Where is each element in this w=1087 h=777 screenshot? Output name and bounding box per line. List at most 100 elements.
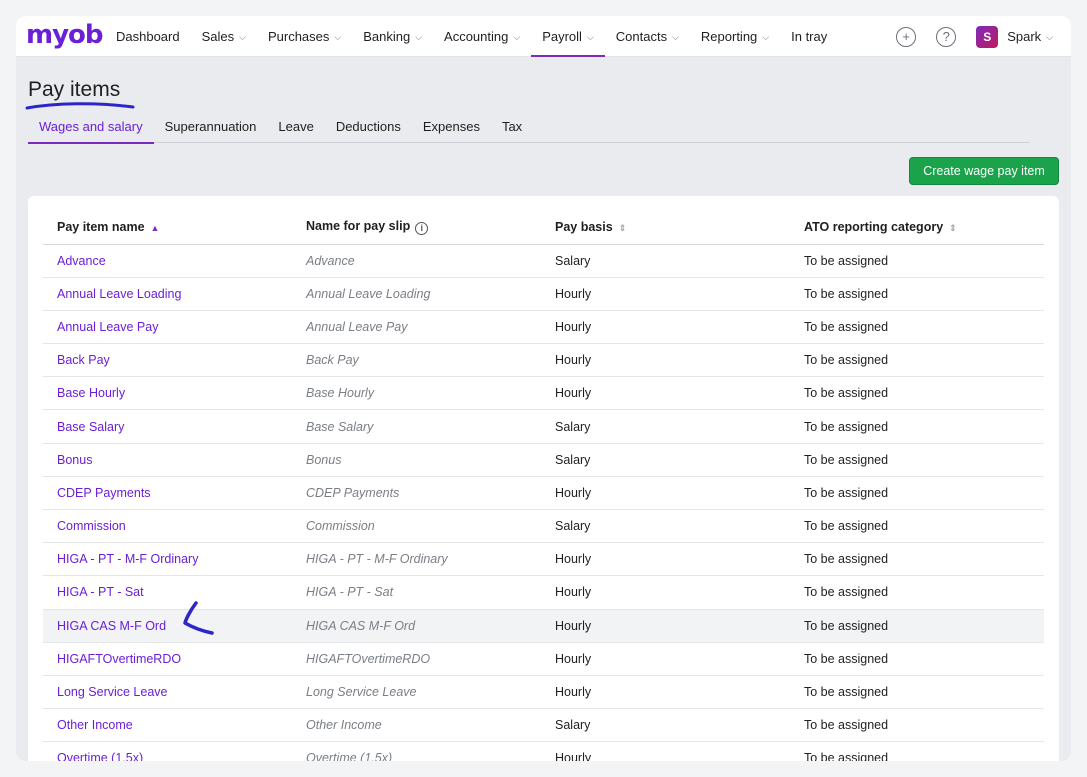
- cell-name-for-pay-slip: HIGA - PT - Sat: [292, 575, 541, 610]
- nav-item-contacts[interactable]: Contacts ⌵: [605, 16, 690, 57]
- nav-item-label: Accounting: [444, 29, 509, 44]
- table-row[interactable]: Other Income Other Income Salary To be assi…: [43, 708, 1044, 743]
- nav-item-banking[interactable]: Banking ⌵: [352, 16, 433, 57]
- cell-ato-category: To be assigned: [790, 509, 1044, 544]
- nav-item-label: Sales: [201, 29, 235, 44]
- table-row[interactable]: Back Pay Back Pay Hourly To be assigned: [43, 343, 1044, 378]
- create-wage-pay-item-button[interactable]: Create wage pay item: [909, 157, 1059, 185]
- cell-name-for-pay-slip: Long Service Leave: [292, 675, 541, 710]
- nav-item-label: Reporting: [700, 29, 758, 44]
- cell-pay-item-name[interactable]: Overtime (1.5x): [43, 741, 292, 761]
- table-row[interactable]: Annual Leave Loading Annual Leave Loading…: [43, 277, 1044, 311]
- cell-name-for-pay-slip: HIGA - PT - M-F Ordinary: [292, 542, 541, 577]
- table-header-row: Pay item name ▲ Name for pay slip i Pay ba…: [43, 210, 1044, 245]
- table-row[interactable]: Base Salary Base Salary Salary To be assign…: [43, 409, 1044, 444]
- add-icon[interactable]: +: [896, 26, 917, 47]
- cell-name-for-pay-slip: Annual Leave Loading: [292, 277, 541, 311]
- nav-item-reporting[interactable]: Reporting ⌵: [690, 16, 780, 57]
- cell-name-for-pay-slip: Bonus: [292, 443, 541, 477]
- cell-pay-item-name[interactable]: Other Income: [43, 708, 292, 743]
- table-row[interactable]: Advance Advance Salary To be assigned: [43, 244, 1044, 278]
- cell-pay-item-name[interactable]: Back Pay: [43, 343, 292, 378]
- cell-name-for-pay-slip: Other Income: [292, 708, 541, 743]
- cell-ato-category: To be assigned: [790, 476, 1044, 511]
- nav-item-label: Banking: [363, 29, 411, 44]
- nav-item-label: Contacts: [615, 29, 668, 44]
- table-row[interactable]: Overtime (1.5x) Overtime (1.5x) Hourly To b…: [43, 741, 1044, 761]
- header-pay-basis[interactable]: Pay basis ⇕: [541, 210, 790, 245]
- header-name-for-pay-slip: Name for pay slip i: [292, 210, 541, 245]
- cell-pay-basis: Hourly: [541, 741, 790, 761]
- cell-name-for-pay-slip: CDEP Payments: [292, 476, 541, 511]
- tab-expenses[interactable]: Expenses: [412, 113, 491, 143]
- cell-pay-item-name[interactable]: HIGA - PT - Sat: [43, 575, 292, 610]
- tab-deductions[interactable]: Deductions: [325, 113, 412, 143]
- chevron-down-icon[interactable]: ⌵: [1046, 32, 1053, 43]
- cell-pay-item-name[interactable]: Bonus: [43, 443, 292, 477]
- nav-item-accounting[interactable]: Accounting ⌵: [433, 16, 531, 57]
- nav-item-dashboard[interactable]: Dashboard: [105, 16, 191, 57]
- cell-ato-category: To be assigned: [790, 575, 1044, 610]
- header-ato-reporting-category[interactable]: ATO reporting category ⇕: [790, 210, 1044, 245]
- user-name[interactable]: Spark: [1007, 29, 1041, 44]
- page-title: Pay items: [28, 78, 121, 101]
- chevron-down-icon: ⌵: [513, 32, 521, 42]
- table-row[interactable]: Bonus Bonus Salary To be assigned: [43, 443, 1044, 477]
- info-icon[interactable]: i: [415, 221, 429, 235]
- pay-items-table: Pay item name ▲ Name for pay slip i Pay ba…: [43, 210, 1044, 761]
- chevron-down-icon: ⌵: [762, 32, 770, 42]
- table-row[interactable]: CDEP Payments CDEP Payments Hourly To be as…: [43, 476, 1044, 511]
- myob-logo[interactable]: myob: [26, 20, 104, 50]
- app-window: myob Dashboard Sales ⌵ Purchases ⌵ Banking ⌵ Ac…: [16, 16, 1071, 761]
- table-row[interactable]: Long Service Leave Long Service Leave Hour…: [43, 675, 1044, 710]
- nav-item-sales[interactable]: Sales ⌵: [191, 16, 257, 57]
- cell-pay-item-name[interactable]: Base Salary: [43, 409, 292, 444]
- table-row[interactable]: Base Hourly Base Hourly Hourly To be assign…: [43, 376, 1044, 411]
- tab-tax[interactable]: Tax: [491, 113, 533, 143]
- table-row[interactable]: Commission Commission Salary To be assigned: [43, 509, 1044, 544]
- cell-name-for-pay-slip: Base Salary: [292, 409, 541, 444]
- nav-item-in-tray[interactable]: In tray: [780, 16, 838, 57]
- cell-pay-basis: Hourly: [541, 343, 790, 378]
- cell-name-for-pay-slip: Base Hourly: [292, 376, 541, 411]
- nav-item-payroll[interactable]: Payroll ⌵: [531, 16, 605, 57]
- cell-pay-item-name[interactable]: Advance: [43, 244, 292, 278]
- tab-leave[interactable]: Leave: [267, 113, 324, 143]
- cell-pay-basis: Hourly: [541, 310, 790, 345]
- cell-pay-basis: Salary: [541, 708, 790, 743]
- table-row[interactable]: Annual Leave Pay Annual Leave Pay Hourly To…: [43, 310, 1044, 345]
- cell-pay-basis: Hourly: [541, 575, 790, 610]
- cell-pay-item-name[interactable]: Annual Leave Loading: [43, 277, 292, 311]
- cell-ato-category: To be assigned: [790, 310, 1044, 345]
- tab-wages-and-salary[interactable]: Wages and salary: [28, 113, 154, 144]
- cell-name-for-pay-slip: Annual Leave Pay: [292, 310, 541, 345]
- cell-pay-basis: Salary: [541, 409, 790, 444]
- header-pay-item-name[interactable]: Pay item name ▲: [43, 210, 292, 245]
- cell-pay-item-name[interactable]: Commission: [43, 509, 292, 544]
- tab-superannuation[interactable]: Superannuation: [154, 113, 268, 143]
- cell-pay-item-name[interactable]: HIGA CAS M-F Ord: [43, 609, 292, 643]
- pen-underline-annotation: [25, 102, 135, 110]
- sort-ascending-icon[interactable]: ▲: [151, 223, 160, 233]
- cell-pay-item-name[interactable]: CDEP Payments: [43, 476, 292, 511]
- sort-icon[interactable]: ⇕: [949, 223, 957, 233]
- nav-item-label: Purchases: [267, 29, 330, 44]
- cell-pay-item-name[interactable]: Long Service Leave: [43, 675, 292, 710]
- cell-pay-item-name[interactable]: Base Hourly: [43, 376, 292, 411]
- nav-item-purchases[interactable]: Purchases ⌵: [257, 16, 352, 57]
- nav-item-label: Dashboard: [116, 29, 180, 44]
- cell-pay-item-name[interactable]: Annual Leave Pay: [43, 310, 292, 345]
- chevron-down-icon: ⌵: [672, 32, 679, 42]
- help-icon[interactable]: ?: [936, 26, 957, 47]
- cell-pay-item-name[interactable]: HIGA - PT - M-F Ordinary: [43, 542, 292, 577]
- top-navigation: myob Dashboard Sales ⌵ Purchases ⌵ Banking ⌵ Ac…: [16, 16, 1071, 57]
- cell-pay-basis: Salary: [541, 509, 790, 544]
- table-row[interactable]: HIGA - PT - M-F Ordinary HIGA - PT - M-F …: [43, 542, 1044, 577]
- cell-ato-category: To be assigned: [790, 708, 1044, 743]
- cell-pay-item-name[interactable]: HIGAFTOvertimeRDO: [43, 642, 292, 676]
- avatar[interactable]: S: [976, 25, 999, 48]
- sort-icon[interactable]: ⇕: [619, 223, 627, 233]
- table-row[interactable]: HIGAFTOvertimeRDO HIGAFTOvertimeRDO Hourly…: [43, 642, 1044, 676]
- cell-pay-basis: Hourly: [541, 609, 790, 643]
- cell-ato-category: To be assigned: [790, 675, 1044, 710]
